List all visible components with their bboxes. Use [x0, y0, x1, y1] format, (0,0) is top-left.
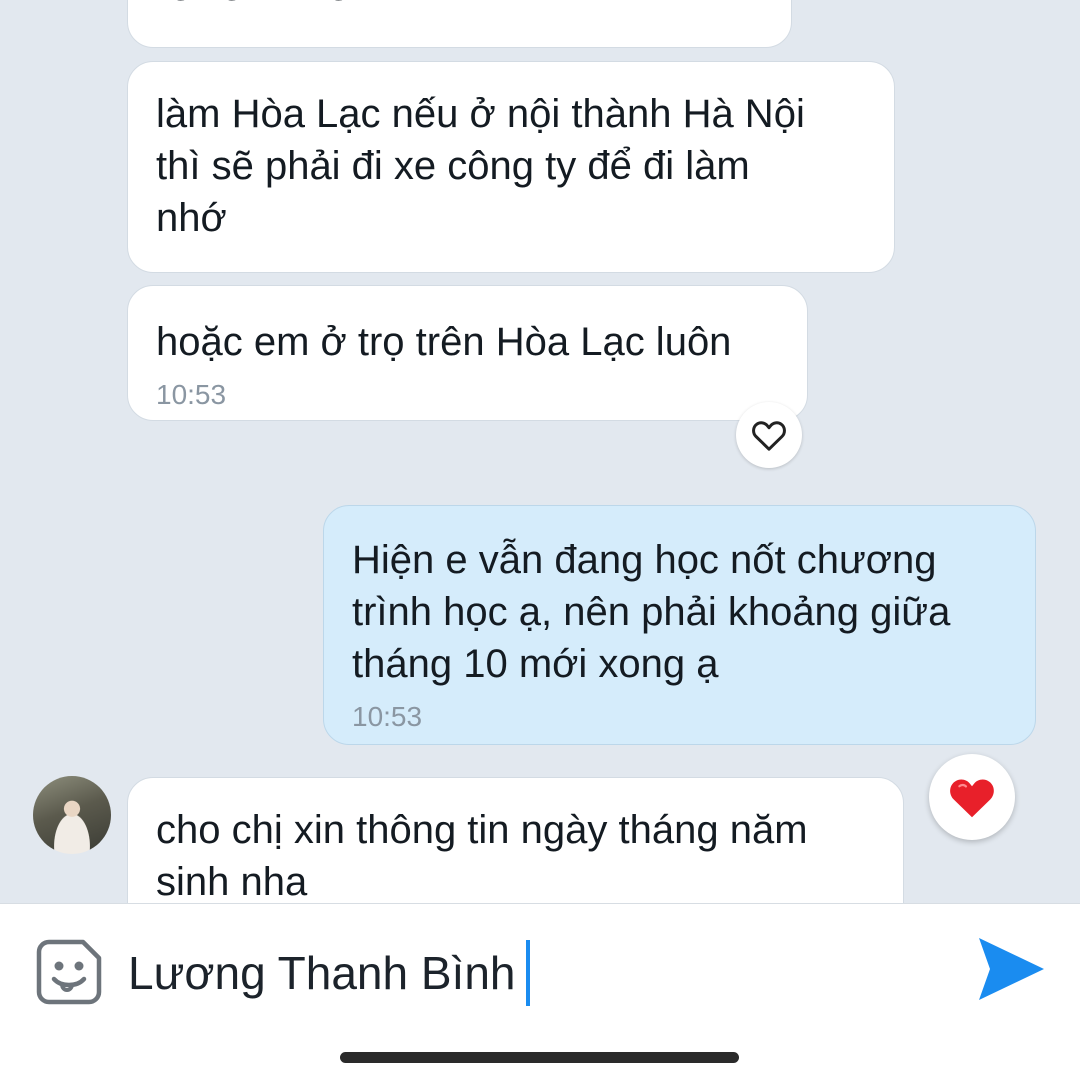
message-text: hoặc em ở trọ trên Hòa Lạc luôn: [156, 320, 732, 364]
text-caret: [525, 940, 530, 1006]
message-input[interactable]: Lương Thanh Bình: [128, 938, 928, 1008]
message-input-value: Lương Thanh Bình: [128, 947, 516, 999]
emoji-button[interactable]: [35, 938, 103, 1006]
avatar[interactable]: [33, 776, 111, 854]
message-timestamp: 10:53: [156, 379, 227, 410]
reaction-heart-button[interactable]: [929, 754, 1015, 840]
message-text: review nhe: [156, 0, 349, 13]
send-icon: [979, 938, 1044, 1000]
message-text: làm Hòa Lạc nếu ở nội thành Hà Nội thì s…: [156, 92, 805, 240]
send-button[interactable]: [975, 933, 1047, 1005]
message-bubble[interactable]: làm Hòa Lạc nếu ở nội thành Hà Nội thì s…: [127, 61, 895, 273]
message-text: cho chị xin thông tin ngày tháng năm sin…: [156, 808, 808, 903]
home-indicator[interactable]: [340, 1052, 739, 1063]
message-timestamp: 10:53: [352, 701, 423, 732]
heart-outline-icon: [752, 421, 786, 451]
sticker-emoji-icon: [36, 939, 102, 1005]
message-bubble-outgoing[interactable]: Hiện e vẫn đang học nốt chương trình học…: [323, 505, 1036, 745]
message-text: Hiện e vẫn đang học nốt chương trình học…: [352, 538, 951, 686]
message-bubble[interactable]: cho chị xin thông tin ngày tháng năm sin…: [127, 777, 904, 903]
message-bubble[interactable]: hoặc em ở trọ trên Hòa Lạc luôn 10:53: [127, 285, 808, 421]
message-bubble[interactable]: review nhe: [127, 0, 792, 48]
reaction-button[interactable]: [736, 402, 802, 468]
heart-filled-icon: [950, 779, 994, 818]
chat-thread: review nhe làm Hòa Lạc nếu ở nội thành H…: [0, 0, 1080, 903]
